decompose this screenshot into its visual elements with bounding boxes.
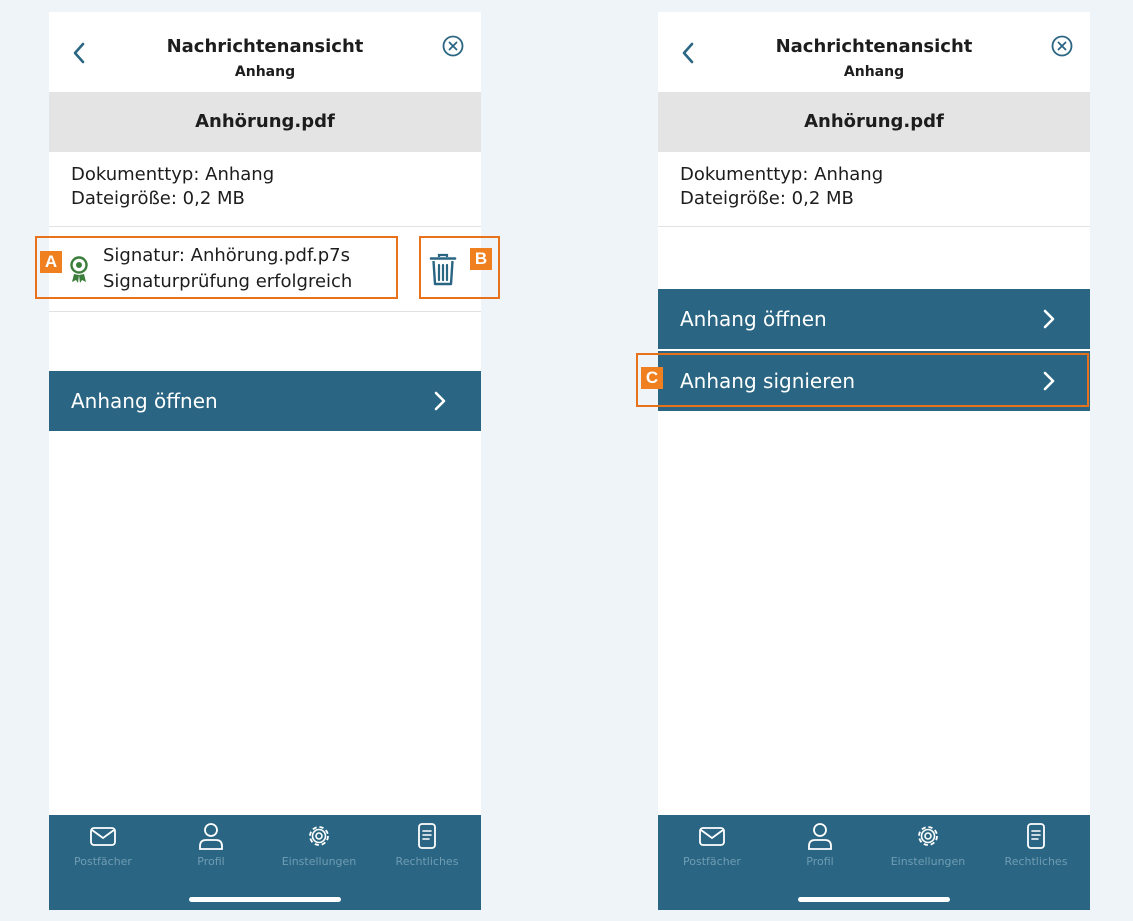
document-icon [1027,823,1045,849]
tab-label: Einstellungen [281,855,357,868]
tab-label: Postfächer [74,855,132,868]
chevron-right-icon [1043,309,1055,329]
document-type: Dokumenttyp: Anhang [680,164,884,185]
tab-label: Postfächer [683,855,741,868]
gear-icon [918,826,938,846]
tab-rechtliches[interactable]: Rechtliches [373,821,481,868]
tab-einstellungen[interactable]: Einstellungen [265,821,373,868]
page-title: Nachrichtenansicht [166,36,364,57]
tab-einstellungen[interactable]: Einstellungen [874,821,982,868]
annotation-box-c [636,353,1089,407]
page-title: Nachrichtenansicht [775,36,973,57]
document-type: Dokumenttyp: Anhang [71,164,275,185]
tab-postfaecher[interactable]: Postfächer [658,821,766,868]
annotation-badge-a: A [40,251,62,273]
annotation-badge-c: C [641,367,663,389]
file-meta: Dokumenttyp: Anhang Dateigröße: 0,2 MB [658,152,1090,227]
page-subtitle: Anhang [234,64,296,80]
action-label: Anhang öffnen [71,389,218,413]
tab-profil[interactable]: Profil [766,821,874,868]
tab-label: Einstellungen [890,855,966,868]
tab-bar: Postfächer Profil Einstellungen Rechtlic… [49,815,481,910]
home-indicator [189,897,341,902]
tab-rechtliches[interactable]: Rechtliches [982,821,1090,868]
user-icon [808,823,832,850]
close-icon[interactable] [441,34,465,58]
file-size: Dateigröße: 0,2 MB [680,188,854,209]
tab-label: Rechtliches [1004,855,1068,868]
header: Nachrichtenansicht Anhang [658,12,1090,92]
gear-icon [309,826,329,846]
tab-postfaecher[interactable]: Postfächer [49,821,157,868]
header: Nachrichtenansicht Anhang [49,12,481,92]
action-label: Anhang öffnen [680,307,827,331]
document-icon [418,823,436,849]
mail-icon [90,827,116,846]
file-size: Dateigröße: 0,2 MB [71,188,245,209]
open-attachment-button[interactable]: Anhang öffnen [49,371,481,431]
close-icon[interactable] [1050,34,1074,58]
tab-label: Profil [806,855,834,868]
tab-label: Rechtliches [395,855,459,868]
mail-icon [699,827,725,846]
tab-profil[interactable]: Profil [157,821,265,868]
annotation-badge-b: B [470,248,492,270]
file-name-bar: Anhörung.pdf [49,92,481,152]
right-screen: Nachrichtenansicht Anhang Anhörung.pdf D… [658,12,1090,910]
chevron-right-icon [434,391,446,411]
tab-bar: Postfächer Profil Einstellungen Rechtlic… [658,815,1090,910]
file-meta: Dokumenttyp: Anhang Dateigröße: 0,2 MB [49,152,481,227]
open-attachment-button[interactable]: Anhang öffnen [658,289,1090,349]
user-icon [199,823,223,850]
tab-label: Profil [197,855,225,868]
annotation-box-a [35,236,398,299]
file-name-bar: Anhörung.pdf [658,92,1090,152]
left-screen: Nachrichtenansicht Anhang Anhörung.pdf D… [49,12,481,910]
home-indicator [798,897,950,902]
page-subtitle: Anhang [843,64,905,80]
